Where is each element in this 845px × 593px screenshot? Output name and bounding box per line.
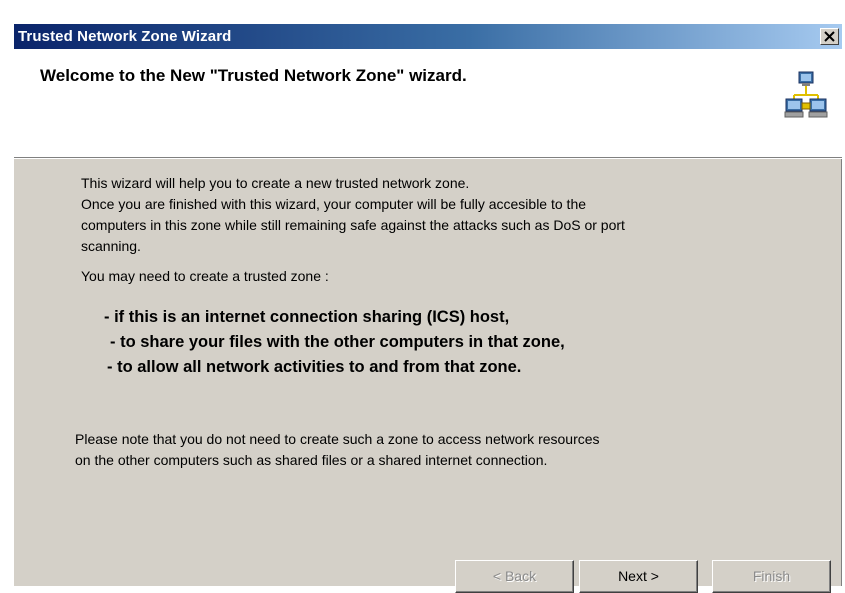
back-button[interactable]: < Back [455, 560, 574, 593]
wizard-body: This wizard will help you to create a ne… [14, 159, 842, 593]
list-item: - if this is an internet connection shar… [104, 308, 510, 326]
window-title: Trusted Network Zone Wizard [18, 28, 232, 45]
next-button[interactable]: Next > [579, 560, 698, 593]
intro-line-2: Once you are finished with this wizard, … [81, 196, 587, 212]
reasons-list: - if this is an internet connection shar… [104, 305, 565, 380]
wizard-window: Trusted Network Zone Wizard Welcome to t… [13, 23, 842, 593]
intro-text: This wizard will help you to create a ne… [81, 173, 821, 257]
intro-line-1: This wizard will help you to create a ne… [81, 175, 470, 191]
need-text: You may need to create a trusted zone : [81, 268, 329, 284]
note-text: Please note that you do not need to crea… [75, 429, 815, 471]
list-item: - to allow all network activities to and… [107, 358, 522, 376]
title-bar[interactable]: Trusted Network Zone Wizard [14, 24, 842, 49]
wizard-header: Welcome to the New "Trusted Network Zone… [14, 49, 842, 158]
header-title: Welcome to the New "Trusted Network Zone… [40, 66, 467, 85]
close-button[interactable] [820, 28, 839, 45]
network-computers-icon [784, 71, 828, 118]
close-icon [824, 31, 835, 42]
intro-line-3: computers in this zone while still remai… [81, 217, 625, 233]
finish-button[interactable]: Finish [712, 560, 831, 593]
note-line-1: Please note that you do not need to crea… [75, 431, 600, 447]
list-item: - to share your files with the other com… [110, 333, 565, 351]
intro-line-4: scanning. [81, 238, 141, 254]
note-line-2: on the other computers such as shared fi… [75, 452, 548, 468]
